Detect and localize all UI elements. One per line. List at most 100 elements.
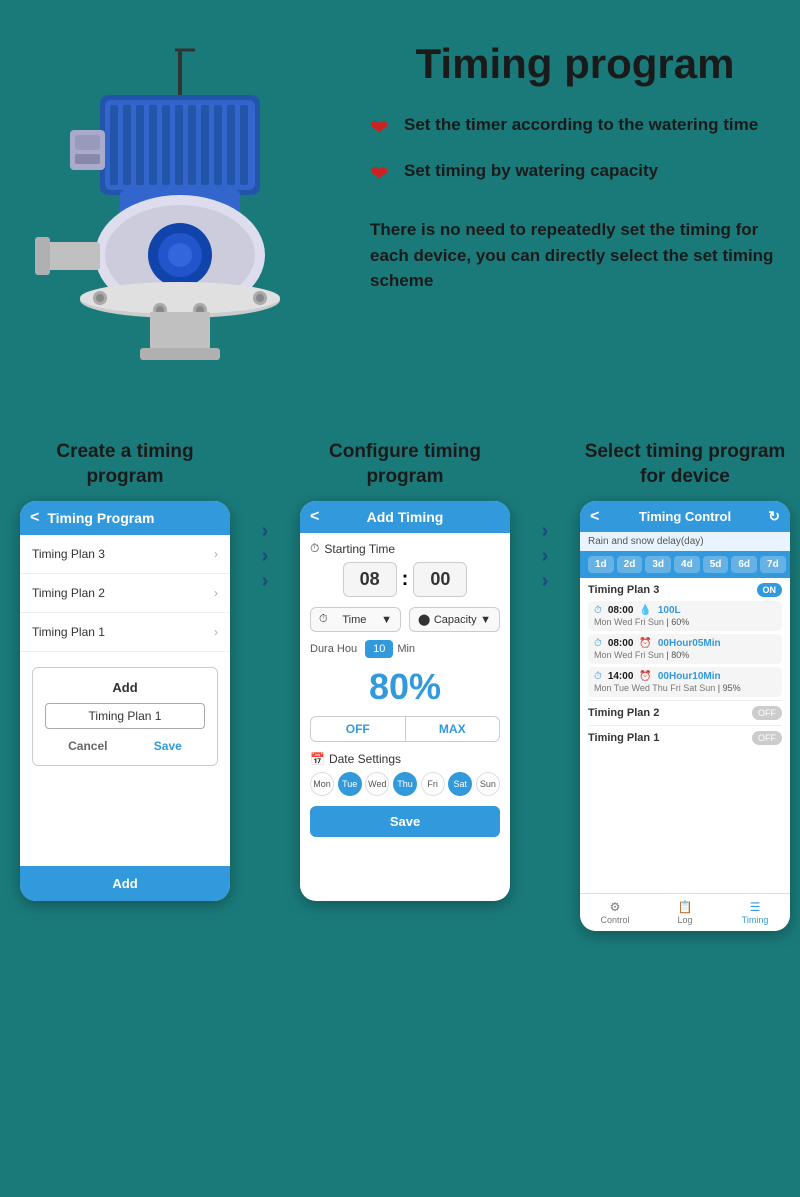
phone3-mockup: < Timing Control ↻ Rain and snow delay(d…	[580, 501, 790, 931]
plan3-toggle[interactable]: ON	[757, 583, 783, 597]
plan2-toggle-section: Timing Plan 2 OFF	[588, 700, 782, 725]
page-title: Timing program	[370, 40, 780, 88]
clock-icon: ⏱	[594, 671, 602, 682]
sched-percent-2: | 80%	[666, 650, 689, 660]
back-arrow-icon[interactable]: <	[310, 508, 319, 526]
phone3-header: < Timing Control ↻	[580, 501, 790, 532]
days-row: Mon Tue Wed Thu Fri Sat Sun	[310, 772, 500, 796]
feature-text-2: Set timing by watering capacity	[404, 159, 658, 183]
plan1-toggle-section: Timing Plan 1 OFF	[588, 725, 782, 750]
day-pill-2d[interactable]: 2d	[617, 556, 643, 573]
day-thu[interactable]: Thu	[393, 772, 417, 796]
capacity-icon: ⬤	[418, 613, 430, 626]
schedule-item-2: ⏱ 08:00 ⏰ 00Hour05Min Mon Wed Fri Sun | …	[588, 634, 782, 664]
back-arrow-icon[interactable]: <	[590, 508, 599, 526]
clock-icon: ⏱	[594, 605, 602, 616]
min-label: Min	[397, 643, 415, 655]
log-icon: 📋	[650, 900, 720, 914]
capacity-select[interactable]: ⬤ Capacity ▼	[409, 607, 500, 632]
add-bottom-button[interactable]: Add	[20, 866, 230, 901]
off-max-row: OFF MAX	[310, 716, 500, 742]
add-label[interactable]: Add	[45, 680, 205, 695]
feature-text-1: Set the timer according to the watering …	[404, 113, 758, 137]
sched-value-1: 100L	[658, 605, 681, 616]
back-arrow-icon[interactable]: <	[30, 509, 39, 527]
type-selectors: ⏱ Time ▼ ⬤ Capacity ▼	[310, 607, 500, 632]
configure-col: Configure timingprogram < Add Timing ⏱ S…	[300, 440, 510, 901]
arrow-1: › › ›	[245, 520, 285, 593]
plan1-name: Timing Plan 1	[588, 732, 659, 744]
dropdown-arrow-icon: ▼	[480, 614, 491, 626]
day-pill-6d[interactable]: 6d	[731, 556, 757, 573]
day-tue[interactable]: Tue	[338, 772, 362, 796]
minute-box[interactable]: 00	[413, 562, 467, 597]
time-select[interactable]: ⏱ Time ▼	[310, 607, 401, 632]
duration-row: Dura Hou 10 Min	[310, 640, 500, 658]
cancel-button[interactable]: Cancel	[68, 739, 107, 753]
date-settings-label: 📅 Date Settings	[310, 752, 500, 766]
day-sun[interactable]: Sun	[476, 772, 500, 796]
sched-time-3: 14:00	[608, 671, 634, 682]
day-pill-7d[interactable]: 7d	[760, 556, 786, 573]
create-title: Create a timingprogram	[56, 440, 193, 489]
sched-days-3: Mon Tue Wed Thu Fri Sat Sun	[594, 683, 715, 693]
nav-log[interactable]: 📋 Log	[650, 894, 720, 931]
description-text: There is no need to repeatedly set the t…	[370, 217, 780, 294]
hour-box[interactable]: 08	[343, 562, 397, 597]
top-section: Timing program ❤ Set the timer according…	[0, 0, 800, 430]
plan2-toggle[interactable]: OFF	[752, 706, 782, 720]
clock-icon-small: ⏱	[319, 613, 328, 626]
dura-label: Dura Hou	[310, 643, 357, 655]
plan1-toggle[interactable]: OFF	[752, 731, 782, 745]
save-button[interactable]: Save	[310, 806, 500, 837]
day-wed[interactable]: Wed	[365, 772, 389, 796]
save-button[interactable]: Save	[154, 739, 182, 753]
nav-timing[interactable]: ☰ Timing	[720, 894, 790, 931]
sched-days-1: Mon Wed Fri Sun	[594, 617, 664, 627]
rain-delay-label: Rain and snow delay(day)	[580, 532, 790, 551]
day-pill-1d[interactable]: 1d	[588, 556, 614, 573]
timer-icon: ⏰	[639, 638, 651, 649]
phone1-mockup: < Timing Program Timing Plan 3 › Timing …	[20, 501, 230, 901]
day-mon[interactable]: Mon	[310, 772, 334, 796]
right-info: Timing program ❤ Set the timer according…	[370, 30, 780, 294]
off-button[interactable]: OFF	[311, 717, 406, 741]
day-pill-5d[interactable]: 5d	[703, 556, 729, 573]
bottom-section: Create a timingprogram < Timing Program …	[0, 430, 800, 961]
add-box: Add document.querySelector('.p1-input-fi…	[32, 667, 218, 766]
refresh-icon[interactable]: ↻	[768, 508, 780, 525]
timer-icon: ⏰	[639, 671, 651, 682]
list-item[interactable]: Timing Plan 1 ›	[20, 613, 230, 652]
day-fri[interactable]: Fri	[421, 772, 445, 796]
phone2-header: < Add Timing	[300, 501, 510, 533]
schedule-item-1: ⏱ 08:00 💧 100L Mon Wed Fri Sun | 60%	[588, 601, 782, 631]
double-arrow-icon: › › ›	[262, 520, 269, 593]
min-value[interactable]: 10	[365, 640, 393, 658]
list-item[interactable]: Timing Plan 2 ›	[20, 574, 230, 613]
sched-days-2: Mon Wed Fri Sun	[594, 650, 664, 660]
plan3-label: Timing Plan 3	[32, 547, 105, 561]
day-pill-3d[interactable]: 3d	[645, 556, 671, 573]
phone1-list: Timing Plan 3 › Timing Plan 2 › Timing P…	[20, 535, 230, 652]
arrow-2: › › ›	[525, 520, 565, 593]
day-pill-4d[interactable]: 4d	[674, 556, 700, 573]
plan-name-input[interactable]	[45, 703, 205, 729]
control-icon: ⚙	[580, 900, 650, 914]
nav-control[interactable]: ⚙ Control	[580, 894, 650, 931]
list-item[interactable]: Timing Plan 3 ›	[20, 535, 230, 574]
colon-separator: :	[402, 568, 409, 591]
sched-value-2: 00Hour05Min	[658, 638, 721, 649]
heart-icon-1: ❤	[370, 115, 392, 141]
max-button[interactable]: MAX	[406, 717, 500, 741]
phone2-mockup: < Add Timing ⏱ Starting Time 08 : 00	[300, 501, 510, 901]
sched-value-3: 00Hour10Min	[658, 671, 721, 682]
clock-icon: ⏱	[594, 638, 602, 649]
time-row: 08 : 00	[310, 562, 500, 597]
phone1-header: < Timing Program	[20, 501, 230, 535]
chevron-icon: ›	[214, 547, 218, 561]
timing-icon: ☰	[720, 900, 790, 914]
sched-percent-3: | 95%	[718, 683, 741, 693]
product-image	[20, 30, 350, 410]
heart-icon-2: ❤	[370, 161, 392, 187]
day-sat[interactable]: Sat	[448, 772, 472, 796]
